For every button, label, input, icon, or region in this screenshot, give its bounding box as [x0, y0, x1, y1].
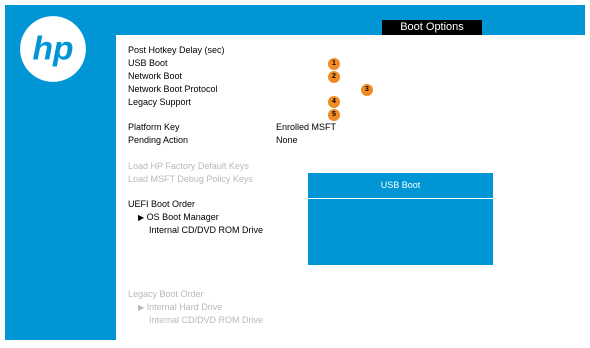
uefi-boot-item-cd-dvd[interactable]: Internal CD/DVD ROM Drive — [149, 225, 263, 236]
network-boot-label[interactable]: Network Boot — [128, 71, 182, 82]
usb-boot-label[interactable]: USB Boot — [128, 58, 168, 69]
pending-action-label: Pending Action — [128, 135, 189, 145]
callout-badge-2: 2 — [328, 71, 340, 83]
callout-badge-3: 3 — [361, 84, 373, 96]
legacy-boot-item-hard-drive[interactable]: ▶ Internal Hard Drive — [138, 302, 222, 313]
platform-key-label: Platform Key — [128, 122, 180, 132]
uefi-boot-order-title: UEFI Boot Order — [128, 199, 196, 209]
platform-key-value: Enrolled MSFT — [276, 122, 337, 132]
right-triangle-icon: ▶ — [138, 303, 145, 312]
popup-title: USB Boot — [308, 173, 493, 199]
load-hp-factory-keys[interactable]: Load HP Factory Default Keys — [128, 161, 249, 172]
hp-logo: hp — [20, 16, 86, 82]
callout-badge-1: 1 — [328, 58, 340, 70]
usb-boot-popup[interactable]: USB Boot — [308, 173, 493, 265]
svg-text:hp: hp — [32, 31, 73, 68]
legacy-boot-item-cd-dvd[interactable]: Internal CD/DVD ROM Drive — [149, 315, 263, 326]
right-triangle-icon: ▶ — [138, 213, 145, 222]
legacy-boot-order-title: Legacy Boot Order — [128, 289, 204, 299]
load-msft-debug-keys[interactable]: Load MSFT Debug Policy Keys — [128, 174, 253, 185]
network-boot-protocol-label[interactable]: Network Boot Protocol — [128, 84, 218, 95]
uefi-boot-item-label: OS Boot Manager — [146, 212, 219, 222]
callout-badge-5: 5 — [328, 109, 340, 121]
callout-badge-4: 4 — [328, 96, 340, 108]
pending-action-value: None — [276, 135, 298, 145]
tab-boot-options[interactable]: Boot Options — [382, 20, 482, 35]
legacy-support-label[interactable]: Legacy Support — [128, 97, 191, 108]
legacy-boot-item-label: Internal Hard Drive — [146, 302, 223, 312]
uefi-boot-item-os-boot-manager[interactable]: ▶ OS Boot Manager — [138, 212, 219, 223]
post-hotkey-delay-label[interactable]: Post Hotkey Delay (sec) — [128, 45, 225, 56]
